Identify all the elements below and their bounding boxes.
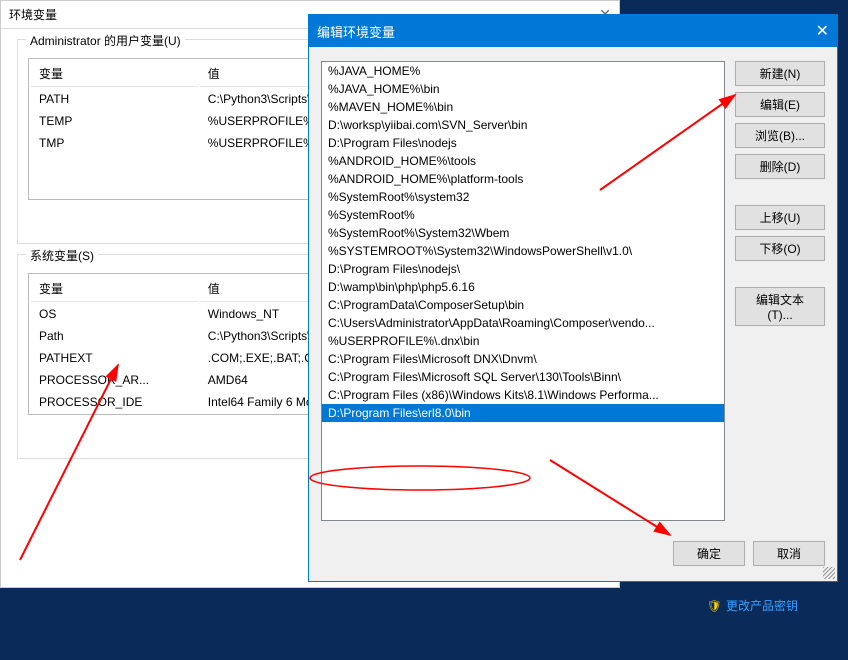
- path-list[interactable]: %JAVA_HOME%%JAVA_HOME%\bin%MAVEN_HOME%\b…: [321, 61, 725, 521]
- shield-icon: 🛡: [707, 599, 722, 613]
- edit-title: 编辑环境变量: [317, 22, 395, 41]
- col-header-name[interactable]: 变量: [31, 276, 198, 302]
- sys-vars-label: 系统变量(S): [26, 247, 98, 264]
- edit-ok-button[interactable]: 确定: [673, 541, 745, 566]
- list-item[interactable]: %SYSTEMROOT%\System32\WindowsPowerShell\…: [322, 242, 724, 260]
- col-header-name[interactable]: 变量: [31, 61, 198, 87]
- list-item[interactable]: C:\Users\Administrator\AppData\Roaming\C…: [322, 314, 724, 332]
- edit-path-button[interactable]: 编辑(E): [735, 92, 825, 117]
- var-name: PATHEXT: [31, 348, 198, 368]
- list-item[interactable]: D:\Program Files\erl8.0\bin: [322, 404, 724, 422]
- list-item[interactable]: C:\Program Files (x86)\Windows Kits\8.1\…: [322, 386, 724, 404]
- var-name: PATH: [31, 89, 198, 109]
- var-name: TMP: [31, 133, 198, 153]
- list-item[interactable]: %JAVA_HOME%\bin: [322, 80, 724, 98]
- side-buttons: 新建(N) 编辑(E) 浏览(B)... 删除(D) 上移(U) 下移(O) 编…: [735, 61, 825, 521]
- list-item[interactable]: D:\worksp\yiibai.com\SVN_Server\bin: [322, 116, 724, 134]
- list-item[interactable]: %USERPROFILE%\.dnx\bin: [322, 332, 724, 350]
- close-icon[interactable]: ✕: [816, 21, 829, 41]
- list-item[interactable]: C:\ProgramData\ComposerSetup\bin: [322, 296, 724, 314]
- list-item[interactable]: %ANDROID_HOME%\tools: [322, 152, 724, 170]
- list-item[interactable]: %JAVA_HOME%: [322, 62, 724, 80]
- list-item[interactable]: D:\Program Files\nodejs: [322, 134, 724, 152]
- new-path-button[interactable]: 新建(N): [735, 61, 825, 86]
- change-product-key-link[interactable]: 🛡 更改产品密钥: [707, 597, 798, 614]
- env-title: 环境变量: [9, 6, 57, 23]
- var-name: PROCESSOR_IDE: [31, 392, 198, 412]
- list-item[interactable]: %ANDROID_HOME%\platform-tools: [322, 170, 724, 188]
- delete-path-button[interactable]: 删除(D): [735, 154, 825, 179]
- list-item[interactable]: %SystemRoot%: [322, 206, 724, 224]
- edit-cancel-button[interactable]: 取消: [753, 541, 825, 566]
- var-name: PROCESSOR_AR...: [31, 370, 198, 390]
- list-item[interactable]: %SystemRoot%\System32\Wbem: [322, 224, 724, 242]
- browse-path-button[interactable]: 浏览(B)...: [735, 123, 825, 148]
- change-key-label: 更改产品密钥: [726, 597, 798, 614]
- list-item[interactable]: %SystemRoot%\system32: [322, 188, 724, 206]
- move-down-button[interactable]: 下移(O): [735, 236, 825, 261]
- list-item[interactable]: D:\wamp\bin\php\php5.6.16: [322, 278, 724, 296]
- edit-text-button[interactable]: 编辑文本(T)...: [735, 287, 825, 326]
- var-name: Path: [31, 326, 198, 346]
- var-name: TEMP: [31, 111, 198, 131]
- list-item[interactable]: C:\Program Files\Microsoft SQL Server\13…: [322, 368, 724, 386]
- list-item[interactable]: C:\Program Files\Microsoft DNX\Dnvm\: [322, 350, 724, 368]
- resize-grip-icon[interactable]: [823, 567, 835, 579]
- edit-titlebar: 编辑环境变量 ✕: [309, 15, 837, 47]
- var-name: OS: [31, 304, 198, 324]
- list-item[interactable]: D:\Program Files\nodejs\: [322, 260, 724, 278]
- move-up-button[interactable]: 上移(U): [735, 205, 825, 230]
- user-vars-label: Administrator 的用户变量(U): [26, 32, 185, 49]
- list-item[interactable]: %MAVEN_HOME%\bin: [322, 98, 724, 116]
- edit-env-window: 编辑环境变量 ✕ %JAVA_HOME%%JAVA_HOME%\bin%MAVE…: [308, 14, 838, 582]
